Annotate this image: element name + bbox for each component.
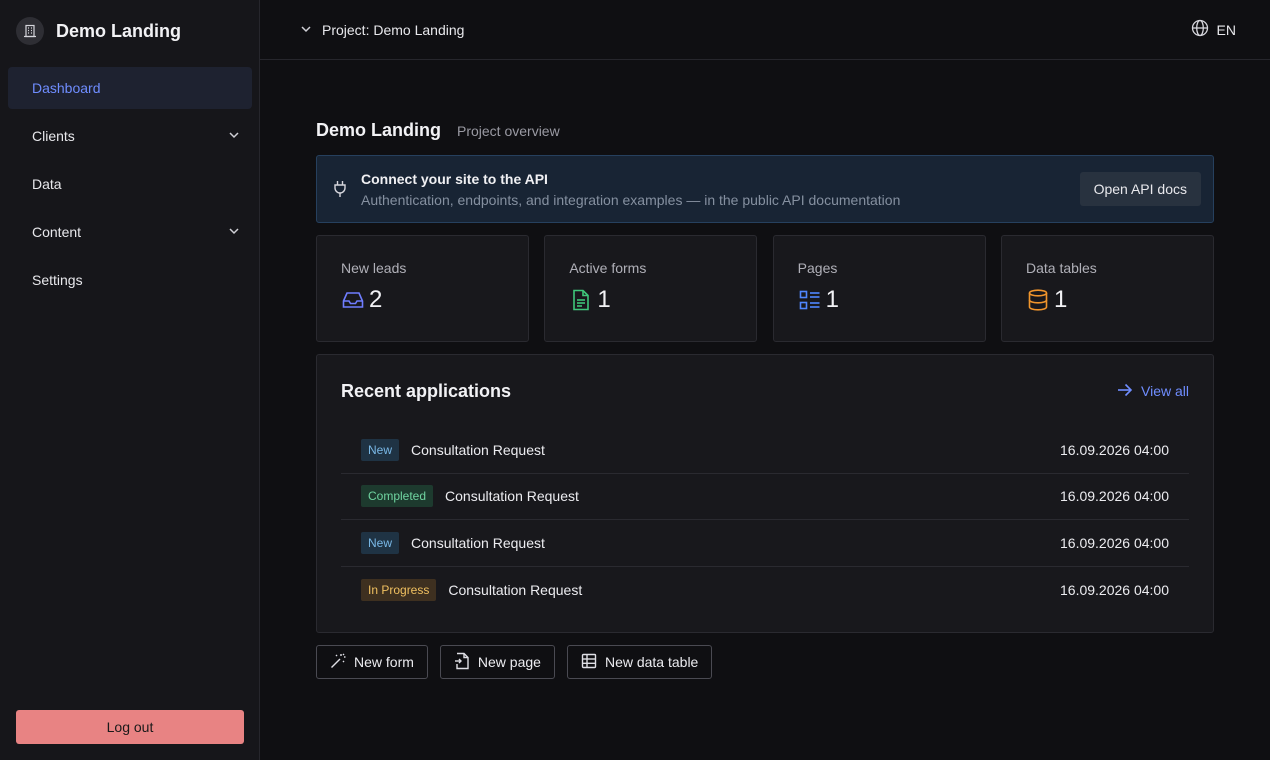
view-all-link[interactable]: View all: [1117, 383, 1189, 400]
sidebar-item-dashboard[interactable]: Dashboard: [8, 67, 252, 109]
applications-list: New Consultation Request 16.09.2026 04:0…: [341, 427, 1189, 613]
sidebar-item-label: Data: [32, 176, 62, 192]
application-name: Consultation Request: [448, 581, 583, 598]
application-date: 16.09.2026 04:00: [1060, 488, 1169, 505]
list-item[interactable]: In Progress Consultation Request 16.09.2…: [341, 567, 1189, 614]
list-item[interactable]: Completed Consultation Request 16.09.202…: [341, 474, 1189, 520]
language-label: EN: [1216, 21, 1236, 38]
page-subtitle: Project overview: [457, 123, 560, 139]
sidebar: Demo Landing Dashboard Clients Data Cont…: [0, 0, 260, 760]
table-icon: [581, 653, 597, 672]
arrow-right-icon: [1117, 383, 1133, 400]
chevron-down-icon: [300, 22, 312, 38]
chevron-down-icon: [228, 128, 240, 144]
application-name: Consultation Request: [411, 534, 545, 551]
open-api-docs-button[interactable]: Open API docs: [1079, 172, 1201, 206]
application-date: 16.09.2026 04:00: [1060, 581, 1169, 598]
view-all-label: View all: [1141, 383, 1189, 399]
application-date: 16.09.2026 04:00: [1060, 441, 1169, 458]
new-page-button[interactable]: New page: [439, 645, 555, 679]
api-banner-description: Authentication, endpoints, and integrati…: [361, 191, 901, 208]
page-header: Demo Landing Project overview: [316, 120, 560, 141]
stat-label: Pages: [797, 260, 838, 276]
api-banner-text: Connect your site to the API Authenticat…: [361, 171, 1080, 208]
magic-wand-icon: [330, 653, 346, 672]
stat-label: Data tables: [1025, 260, 1097, 276]
api-banner: Connect your site to the API Authenticat…: [316, 155, 1214, 223]
chevron-down-icon: [228, 224, 240, 240]
sidebar-item-label: Content: [32, 224, 82, 240]
recent-applications-panel: Recent applications View all New Consult…: [316, 354, 1214, 633]
project-name: Project: Demo Landing: [322, 21, 465, 38]
stats-row: New leads 2 Active forms 1 Pages 1 Data …: [316, 235, 1214, 342]
application-date: 16.09.2026 04:00: [1060, 534, 1169, 551]
application-name: Consultation Request: [411, 441, 545, 458]
new-page-label: New page: [477, 654, 541, 670]
stat-value: 2: [369, 286, 383, 313]
sidebar-item-label: Clients: [32, 128, 75, 144]
sidebar-nav: Dashboard Clients Data Content Settings: [8, 67, 252, 307]
inbox-icon: [341, 288, 365, 312]
stat-card-data-tables[interactable]: Data tables 1: [1000, 235, 1214, 342]
stat-label: New leads: [341, 260, 407, 276]
database-icon: [1026, 288, 1050, 312]
sidebar-item-data[interactable]: Data: [8, 163, 252, 205]
stat-value: 1: [597, 286, 611, 313]
stat-label: Active forms: [569, 260, 647, 276]
sidebar-item-label: Settings: [32, 272, 83, 288]
new-form-label: New form: [354, 654, 414, 670]
sidebar-item-content[interactable]: Content: [8, 211, 252, 253]
stat-card-active-forms[interactable]: Active forms 1: [544, 235, 758, 342]
status-badge: New: [361, 531, 400, 554]
status-badge: New: [361, 438, 400, 461]
sidebar-item-settings[interactable]: Settings: [8, 259, 252, 301]
file-text-icon: [569, 288, 593, 312]
list-icon: [798, 288, 822, 312]
new-data-table-button[interactable]: New data table: [566, 645, 713, 679]
page-title: Demo Landing: [316, 120, 441, 140]
list-item[interactable]: New Consultation Request 16.09.2026 04:0…: [341, 520, 1189, 567]
brand[interactable]: Demo Landing: [16, 16, 181, 46]
stat-card-new-leads[interactable]: New leads 2: [316, 235, 529, 342]
building-icon: [16, 17, 44, 45]
file-plus-icon: [454, 652, 470, 673]
new-form-button[interactable]: New form: [316, 645, 428, 679]
stat-card-pages[interactable]: Pages 1: [772, 235, 986, 342]
recent-applications-title: Recent applications: [341, 380, 512, 401]
language-switcher[interactable]: EN: [1191, 19, 1236, 40]
brand-title: Demo Landing: [56, 20, 181, 41]
project-switcher[interactable]: Project: Demo Landing: [300, 22, 464, 38]
sidebar-item-clients[interactable]: Clients: [8, 115, 252, 157]
plug-icon: [333, 180, 347, 198]
stat-value: 1: [825, 286, 840, 313]
api-banner-title: Connect your site to the API: [361, 170, 548, 187]
list-item[interactable]: New Consultation Request 16.09.2026 04:0…: [341, 427, 1189, 474]
quick-actions: New form New page New data table: [316, 645, 713, 679]
topbar: Project: Demo Landing EN: [260, 0, 1270, 60]
new-data-table-label: New data table: [604, 654, 699, 670]
recent-applications-header: Recent applications View all: [341, 355, 1189, 427]
status-badge: Completed: [361, 485, 434, 508]
status-badge: In Progress: [361, 578, 437, 601]
logout-button[interactable]: Log out: [16, 710, 244, 744]
application-name: Consultation Request: [445, 488, 579, 505]
stat-value: 1: [1053, 286, 1068, 313]
globe-icon: [1191, 19, 1209, 40]
sidebar-item-label: Dashboard: [32, 80, 101, 96]
